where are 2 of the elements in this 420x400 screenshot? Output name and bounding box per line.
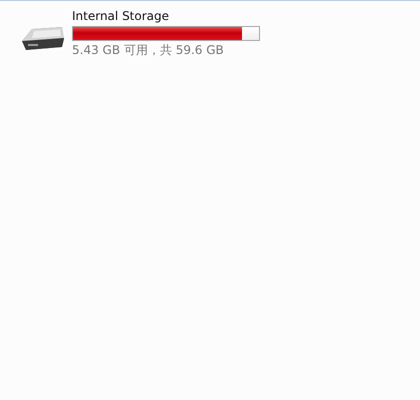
free-space-text: 5.43 GB 可用，共 59.6 GB — [72, 43, 225, 58]
drive-name: Internal Storage — [72, 9, 170, 24]
